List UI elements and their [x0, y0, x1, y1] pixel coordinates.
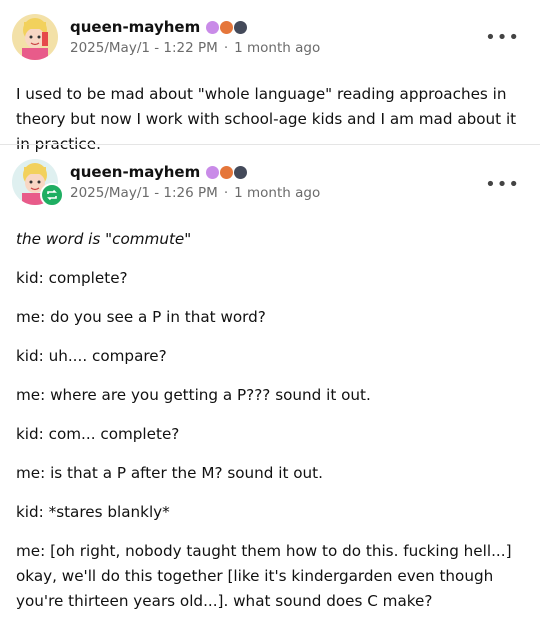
dialogue-line: me: where are you getting a P??? sound i… — [16, 386, 371, 404]
post-reblog: queen-mayhem 2025/May/1 - 1:26 PM · 1 mont… — [0, 145, 540, 624]
badge-icon[interactable] — [220, 165, 234, 179]
dialogue-line: the word is "commute" — [16, 230, 192, 248]
post-age[interactable]: 1 month ago — [234, 185, 320, 201]
more-icon[interactable]: ••• — [485, 176, 520, 194]
post-age[interactable]: 1 month ago — [234, 40, 320, 56]
dialogue-line: kid: com... complete? — [16, 425, 180, 443]
username[interactable]: queen-mayhem — [70, 18, 200, 36]
more-icon[interactable]: ••• — [485, 29, 520, 47]
post-date[interactable]: 2025/May/1 - 1:22 PM — [70, 40, 218, 56]
reblog-icon — [40, 183, 64, 207]
post-meta: 2025/May/1 - 1:26 PM · 1 month ago — [70, 185, 320, 201]
badge-icon[interactable] — [234, 165, 248, 179]
meta-separator: · — [223, 40, 229, 56]
badge-icon[interactable] — [206, 20, 220, 34]
dialogue-line: kid: *stares blankly* — [16, 503, 170, 521]
badge-group — [206, 165, 248, 179]
dialogue-line: me: do you see a P in that word? — [16, 308, 266, 326]
dialogue-line: kid: uh.... compare? — [16, 347, 167, 365]
meta-separator: · — [223, 185, 229, 201]
badge-group — [206, 20, 248, 34]
post-date[interactable]: 2025/May/1 - 1:26 PM — [70, 185, 218, 201]
post-header: queen-mayhem 2025/May/1 - 1:22 PM · 1 mont… — [0, 0, 540, 60]
post-original: queen-mayhem 2025/May/1 - 1:22 PM · 1 mont… — [0, 0, 540, 153]
dialogue-line: me: [oh right, nobody taught them how to… — [16, 542, 512, 610]
avatar-icon — [12, 14, 58, 60]
dialogue-line: kid: complete? — [16, 269, 128, 287]
post-header: queen-mayhem 2025/May/1 - 1:26 PM · 1 mont… — [0, 145, 540, 207]
badge-icon[interactable] — [206, 165, 220, 179]
badge-icon[interactable] — [220, 20, 234, 34]
avatar[interactable] — [12, 14, 58, 60]
badge-icon[interactable] — [234, 20, 248, 34]
username[interactable]: queen-mayhem — [70, 163, 200, 181]
post-meta: 2025/May/1 - 1:22 PM · 1 month ago — [70, 40, 320, 56]
dialogue-line: me: is that a P after the M? sound it ou… — [16, 464, 323, 482]
